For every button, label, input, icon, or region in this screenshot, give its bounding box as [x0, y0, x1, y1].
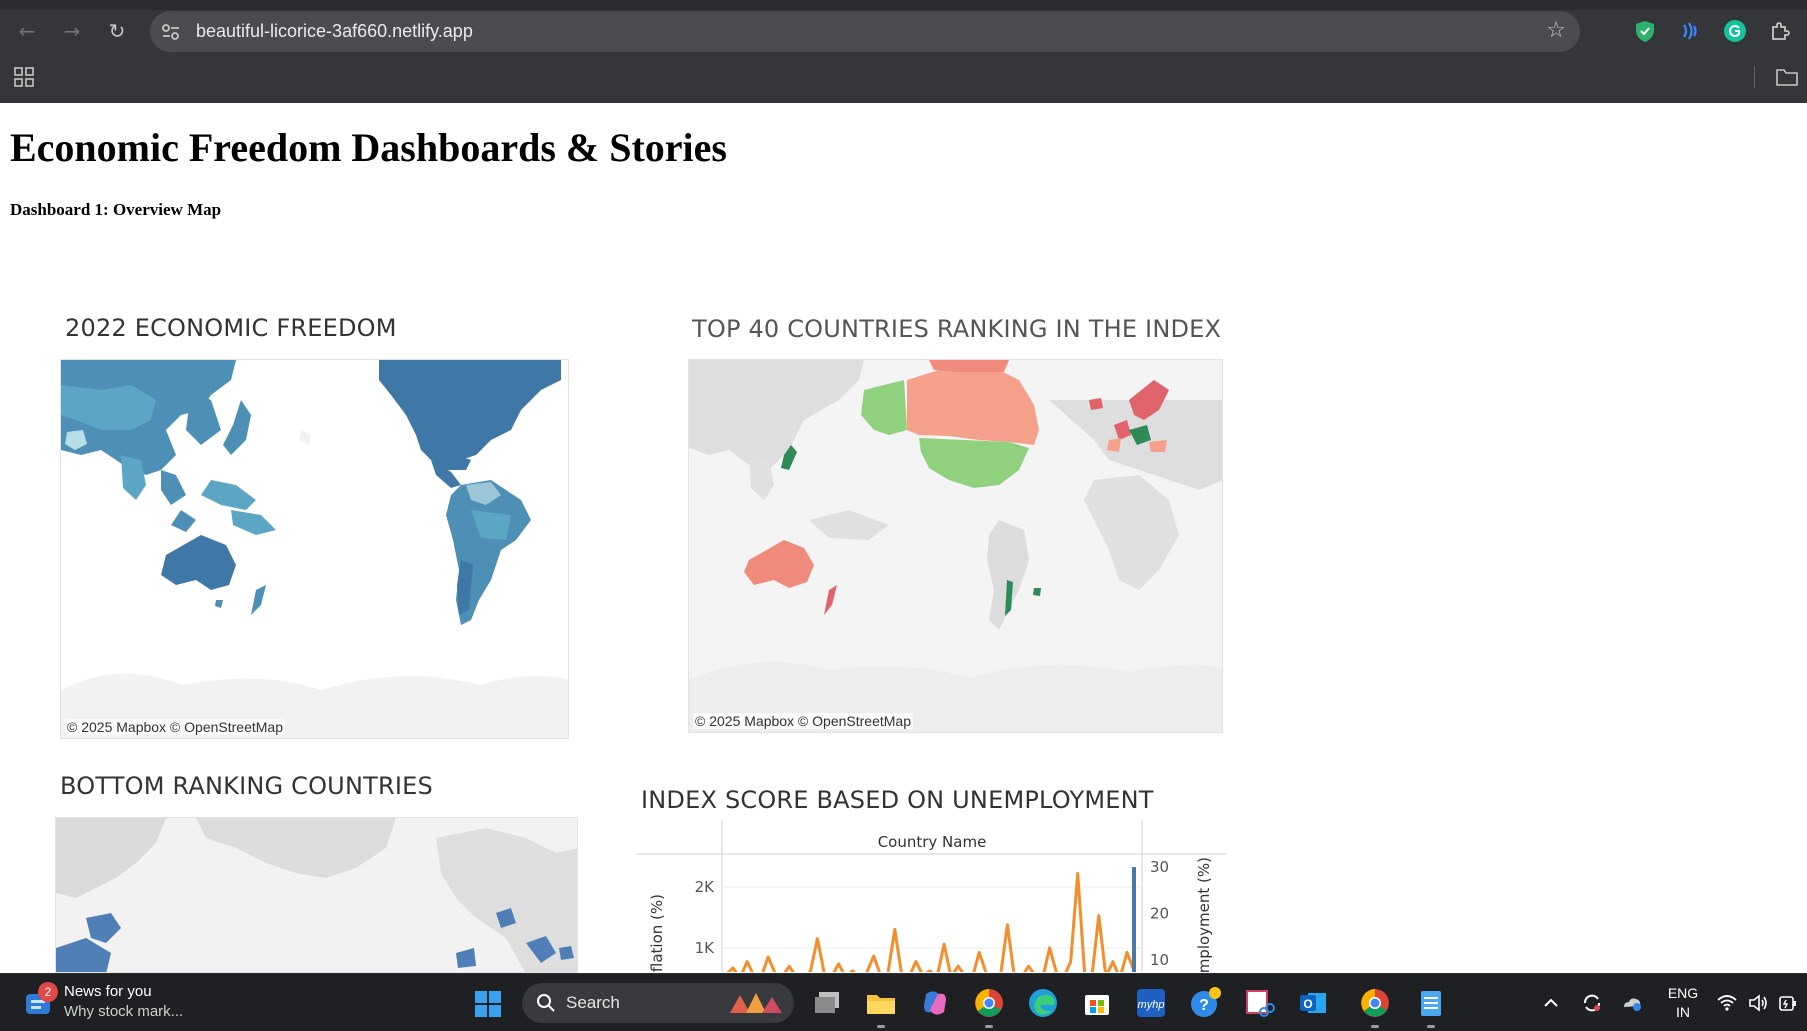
read-aloud-extension-icon[interactable] — [1678, 19, 1702, 43]
battery-icon[interactable] — [1777, 992, 1799, 1014]
chevron-up-icon[interactable] — [1540, 992, 1562, 1014]
windows-taskbar: 2 News for you Why stock mark... Search — [0, 973, 1807, 1031]
news-badge: 2 — [38, 982, 58, 1002]
inflation-line — [726, 871, 1136, 972]
search-icon — [537, 994, 555, 1012]
help-icon[interactable]: ? — [1188, 986, 1222, 1020]
left-axis-title: Inflation (%) — [648, 894, 666, 972]
reload-icon[interactable]: ↻ — [103, 17, 131, 45]
copilot-icon[interactable] — [918, 986, 952, 1020]
url-text[interactable]: beautiful-licorice-3af660.netlify.app — [196, 21, 473, 42]
search-highlight-icon — [730, 993, 782, 1013]
myhp-icon[interactable]: myhp — [1134, 986, 1168, 1020]
unemployment-chart[interactable]: Country Name 2K 1K 30 20 10 Inflation (%) Unemp… — [636, 820, 1226, 972]
top40-ranking-map[interactable]: © 2025 Mapbox © OpenStreetMap — [688, 359, 1223, 733]
left-tick-label: 1K — [695, 939, 716, 957]
back-icon[interactable]: ← — [13, 17, 41, 45]
dashboard-subtitle: Dashboard 1: Overview Map — [10, 200, 222, 219]
microsoft-store-icon[interactable] — [1080, 986, 1114, 1020]
map-attribution[interactable]: © 2025 Mapbox © OpenStreetMap — [65, 719, 285, 735]
bottom-ranking-map[interactable] — [55, 817, 578, 973]
right-tick-label: 30 — [1150, 858, 1169, 876]
running-indicator — [985, 1025, 993, 1028]
onedrive-icon[interactable] — [1621, 992, 1643, 1014]
snipping-tool-icon[interactable] — [1242, 986, 1276, 1020]
economic-freedom-map[interactable]: © 2025 Mapbox © OpenStreetMap — [60, 359, 569, 739]
left-tick-label: 2K — [695, 878, 716, 896]
tab-strip — [0, 0, 1807, 10]
search-label: Search — [566, 993, 620, 1012]
right-tick-label: 20 — [1150, 905, 1169, 923]
svg-text:O: O — [1303, 997, 1312, 1011]
svg-text:?: ? — [1199, 997, 1209, 1014]
language-indicator[interactable]: ENG IN — [1665, 984, 1701, 1022]
site-info-icon[interactable] — [160, 21, 182, 43]
wifi-icon[interactable] — [1716, 992, 1738, 1014]
bottom-map-title: BOTTOM RANKING COUNTRIES — [60, 772, 433, 800]
forward-icon[interactable]: → — [58, 17, 86, 45]
unemployment-chart-title: INDEX SCORE BASED ON UNEMPLOYMENT — [641, 786, 1154, 814]
file-explorer-icon[interactable] — [864, 986, 898, 1020]
running-indicator — [1427, 1025, 1435, 1028]
shield-extension-icon[interactable] — [1633, 19, 1657, 43]
running-indicator — [877, 1025, 885, 1028]
notepad-icon[interactable] — [1414, 986, 1448, 1020]
bookmarks-folder-icon[interactable] — [1775, 66, 1799, 88]
task-view-icon[interactable] — [810, 986, 844, 1020]
right-axis-title: Unemployment (%) — [1195, 857, 1213, 972]
address-bar[interactable]: beautiful-licorice-3af660.netlify.app ☆ — [150, 11, 1580, 52]
sync-icon[interactable] — [1581, 992, 1603, 1014]
map-attribution[interactable]: © 2025 Mapbox © OpenStreetMap — [693, 713, 913, 729]
chart-x-axis-title: Country Name — [878, 833, 987, 851]
grammarly-extension-icon[interactable] — [1723, 19, 1747, 43]
right-tick-label: 10 — [1150, 951, 1169, 969]
edge-icon[interactable] — [1026, 986, 1060, 1020]
extensions-puzzle-icon[interactable] — [1768, 19, 1792, 43]
bookmark-star-icon[interactable]: ☆ — [1546, 18, 1566, 43]
svg-text:myhp: myhp — [1138, 999, 1165, 1011]
chrome-icon[interactable] — [972, 986, 1006, 1020]
running-indicator — [1371, 1025, 1379, 1028]
news-subtitle[interactable]: Why stock mark... — [64, 1003, 183, 1020]
page-title: Economic Freedom Dashboards & Stories — [10, 125, 727, 170]
browser-chrome: ← → ↻ beautiful-licorice-3af660.netlify.… — [0, 0, 1807, 103]
freedom-map-title: 2022 ECONOMIC FREEDOM — [65, 314, 397, 342]
top40-map-title: TOP 40 COUNTRIES RANKING IN THE INDEX — [692, 315, 1222, 343]
news-title[interactable]: News for you — [64, 983, 152, 1000]
region-code: IN — [1676, 1004, 1690, 1020]
volume-icon[interactable] — [1747, 992, 1769, 1014]
outlook-icon[interactable]: O — [1296, 986, 1330, 1020]
language-code: ENG — [1667, 985, 1699, 1001]
chrome-profile-icon[interactable] — [1358, 986, 1392, 1020]
apps-grid-icon[interactable] — [13, 66, 35, 88]
windows-start-icon[interactable] — [474, 990, 502, 1018]
bookmark-divider — [1754, 66, 1755, 88]
taskbar-search[interactable]: Search — [522, 983, 794, 1023]
